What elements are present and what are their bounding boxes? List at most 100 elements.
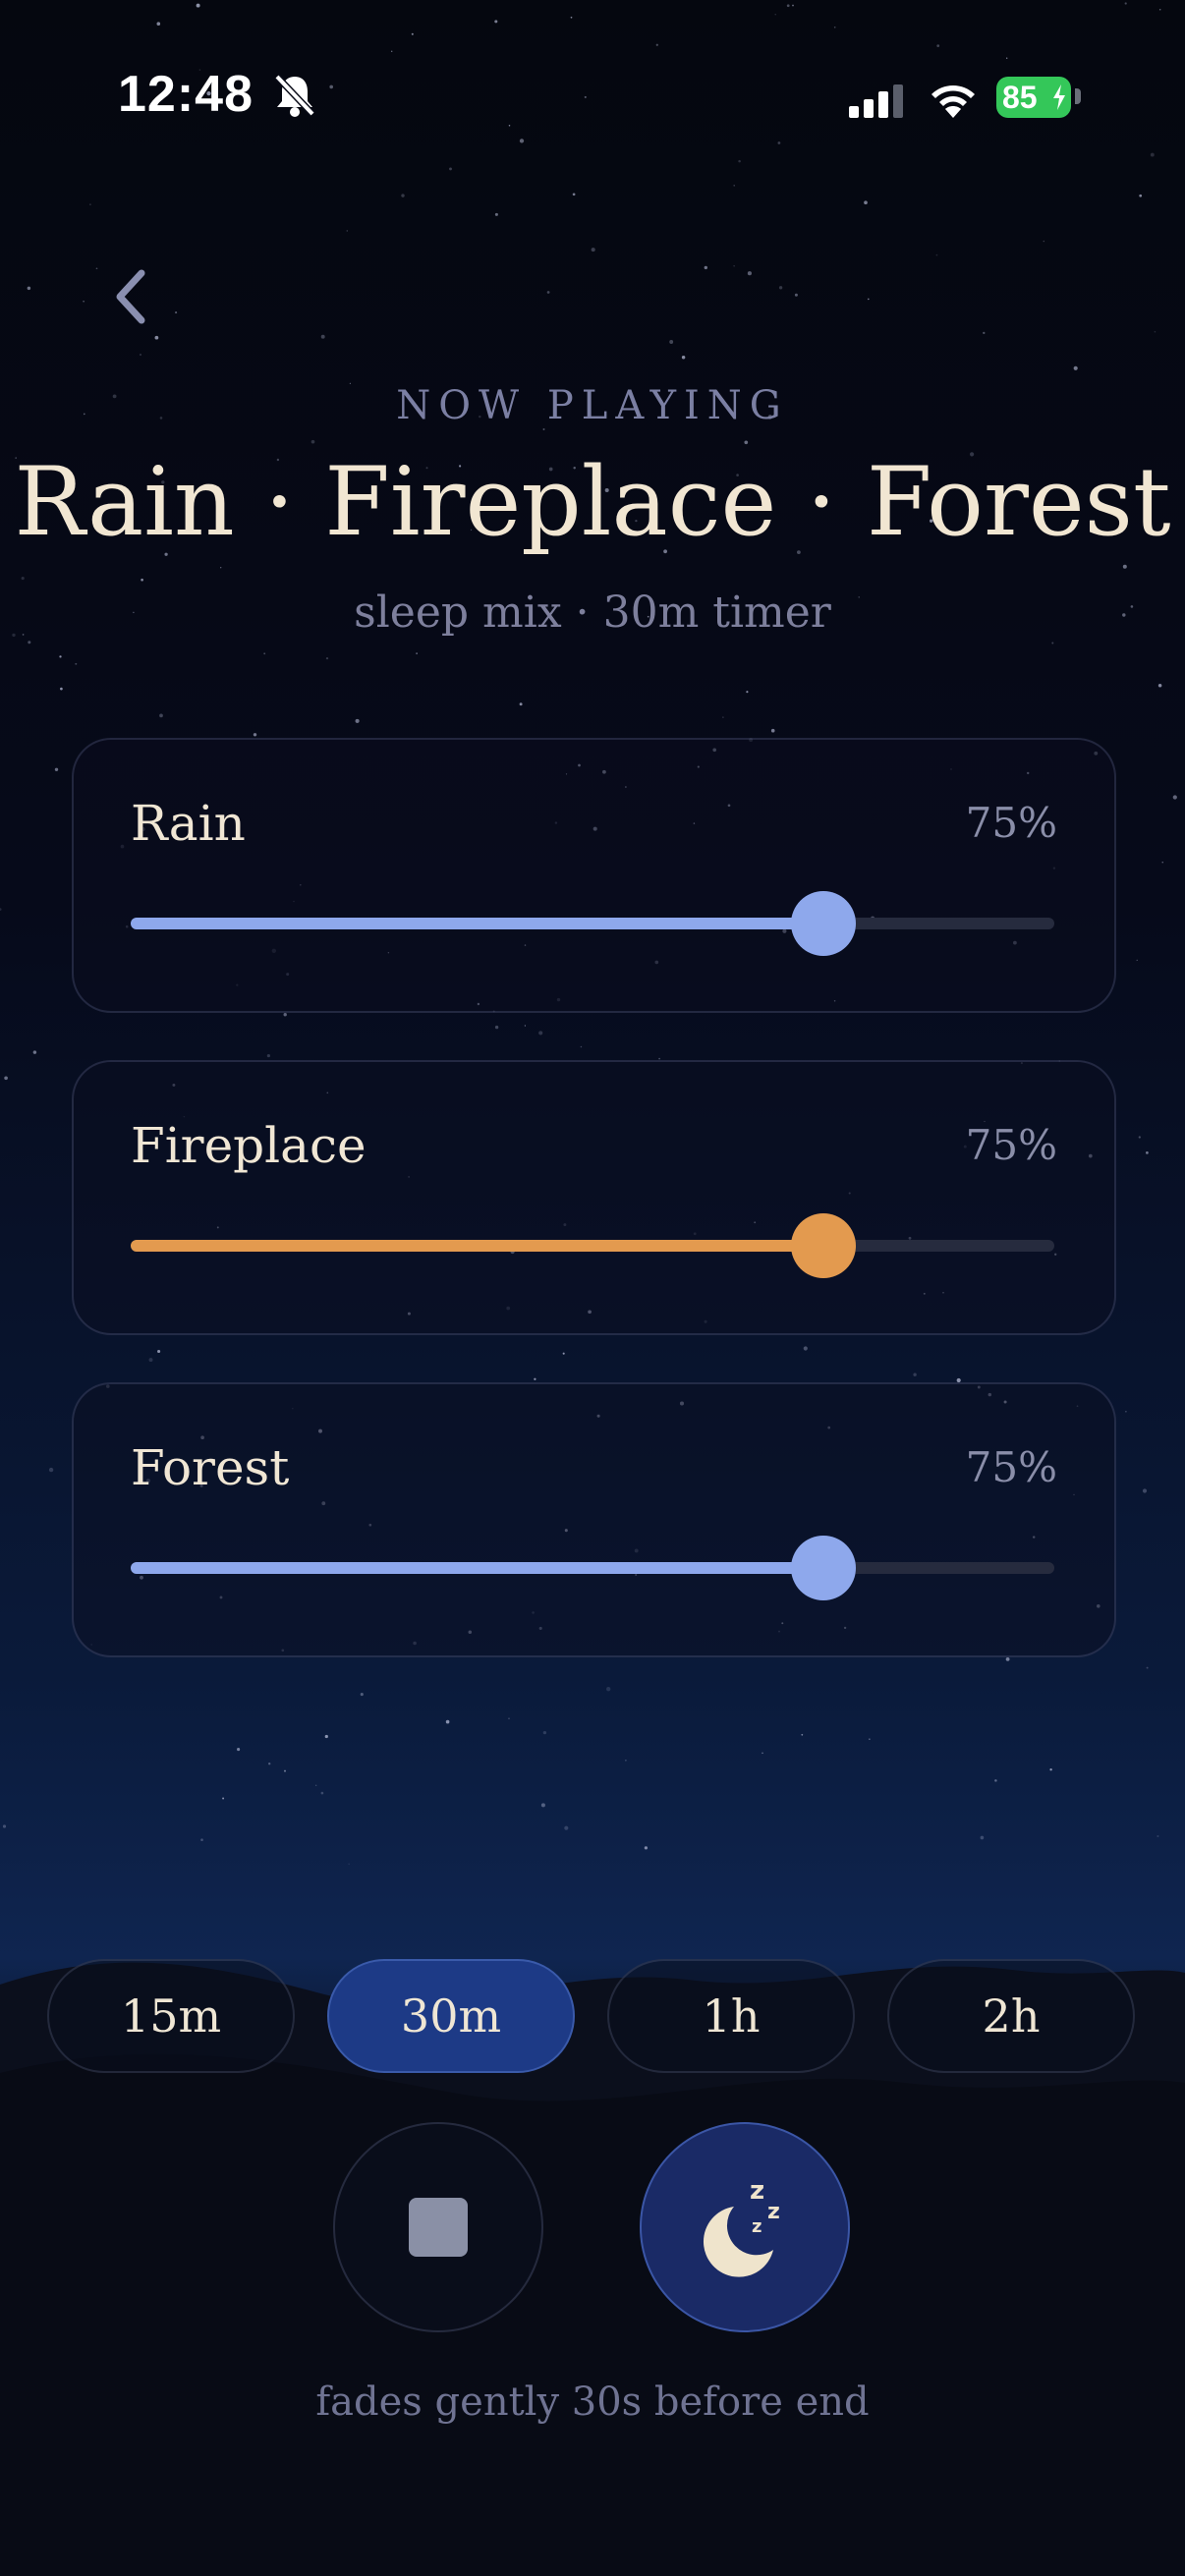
battery-cap bbox=[1075, 88, 1081, 104]
star bbox=[175, 311, 178, 314]
sound-label: Forest bbox=[131, 1439, 290, 1496]
star bbox=[220, 567, 222, 569]
star bbox=[1122, 564, 1127, 569]
star bbox=[75, 662, 78, 665]
star bbox=[1124, 2, 1127, 5]
star bbox=[542, 428, 545, 430]
volume-slider-rain[interactable] bbox=[131, 891, 1054, 956]
star bbox=[325, 656, 329, 660]
star bbox=[148, 1358, 153, 1363]
star bbox=[320, 1791, 324, 1795]
star bbox=[401, 194, 405, 197]
star bbox=[1161, 862, 1163, 864]
star bbox=[794, 293, 798, 297]
svg-text:z: z bbox=[752, 2216, 762, 2237]
star bbox=[263, 652, 266, 655]
star bbox=[391, 50, 393, 52]
mix-subtitle: sleep mix · 30m timer bbox=[354, 588, 831, 638]
star bbox=[774, 14, 776, 16]
star bbox=[2, 1824, 7, 1828]
star bbox=[54, 767, 59, 771]
star bbox=[1043, 240, 1045, 243]
volume-fill bbox=[131, 1562, 823, 1574]
star bbox=[508, 1717, 510, 1720]
star bbox=[154, 335, 159, 340]
star bbox=[445, 1719, 450, 1724]
wifi-icon bbox=[931, 85, 975, 118]
star bbox=[540, 1803, 545, 1808]
star bbox=[494, 20, 498, 24]
star bbox=[348, 1863, 350, 1865]
star bbox=[284, 1769, 286, 1772]
star bbox=[580, 1045, 583, 1048]
star bbox=[200, 1838, 203, 1842]
star bbox=[416, 652, 418, 654]
star bbox=[237, 1748, 241, 1752]
star bbox=[159, 713, 163, 718]
star bbox=[21, 577, 25, 581]
status-bar: 12:48 85 bbox=[0, 57, 1185, 136]
status-time: 12:48 bbox=[118, 66, 254, 123]
star bbox=[519, 702, 523, 706]
star bbox=[157, 1349, 161, 1354]
star bbox=[681, 355, 686, 360]
sound-label: Rain bbox=[131, 795, 246, 852]
charging-bolt-icon bbox=[1053, 84, 1065, 110]
star bbox=[704, 265, 707, 270]
moon-zzz-icon: z z z bbox=[703, 2176, 780, 2277]
star bbox=[980, 1835, 985, 1840]
volume-slider-fireplace[interactable] bbox=[131, 1213, 1054, 1278]
star bbox=[1142, 1488, 1148, 1493]
star bbox=[606, 1687, 611, 1692]
star bbox=[524, 1025, 527, 1027]
star bbox=[156, 22, 161, 26]
star bbox=[27, 286, 31, 291]
star bbox=[494, 1025, 499, 1030]
star bbox=[222, 1797, 225, 1800]
volume-percent: 75% bbox=[965, 1121, 1057, 1169]
timer-15m-button[interactable]: 15m bbox=[47, 1959, 295, 2073]
sleep-button[interactable]: z z z bbox=[640, 2122, 850, 2332]
volume-thumb[interactable] bbox=[791, 1213, 856, 1278]
star bbox=[266, 1054, 270, 1058]
timer-30m-button[interactable]: 30m bbox=[327, 1959, 575, 2073]
timer-1h-button[interactable]: 1h bbox=[607, 1959, 855, 2073]
star bbox=[1157, 1834, 1159, 1838]
star bbox=[738, 159, 741, 163]
battery-level: 85 bbox=[1002, 80, 1038, 115]
star bbox=[833, 26, 836, 28]
volume-thumb[interactable] bbox=[791, 891, 856, 956]
star bbox=[644, 1846, 649, 1850]
volume-thumb[interactable] bbox=[791, 1536, 856, 1600]
star bbox=[792, 4, 794, 7]
star bbox=[360, 1693, 364, 1697]
star bbox=[83, 301, 85, 303]
silent-bell-icon bbox=[274, 74, 315, 117]
star bbox=[591, 248, 595, 252]
star bbox=[1049, 1767, 1052, 1771]
star bbox=[59, 655, 62, 658]
star bbox=[625, 1760, 627, 1762]
sound-label: Fireplace bbox=[131, 1117, 367, 1174]
back-chevron-icon[interactable] bbox=[108, 265, 155, 328]
star bbox=[747, 271, 752, 276]
timer-2h-button[interactable]: 2h bbox=[887, 1959, 1135, 2073]
star bbox=[733, 185, 735, 187]
star bbox=[538, 1031, 543, 1036]
svg-text:z: z bbox=[767, 2200, 780, 2224]
star bbox=[1150, 152, 1155, 157]
star bbox=[744, 440, 749, 445]
star bbox=[994, 1779, 997, 1782]
star bbox=[534, 1377, 536, 1380]
star bbox=[1138, 1136, 1141, 1139]
star bbox=[1146, 1151, 1149, 1154]
star bbox=[1154, 330, 1157, 333]
star bbox=[32, 1050, 37, 1054]
stop-button[interactable] bbox=[333, 2122, 543, 2332]
volume-slider-forest[interactable] bbox=[131, 1536, 1054, 1600]
star bbox=[867, 298, 870, 301]
star bbox=[310, 439, 315, 444]
star bbox=[60, 687, 63, 691]
star bbox=[746, 691, 749, 694]
volume-percent: 75% bbox=[965, 799, 1057, 847]
